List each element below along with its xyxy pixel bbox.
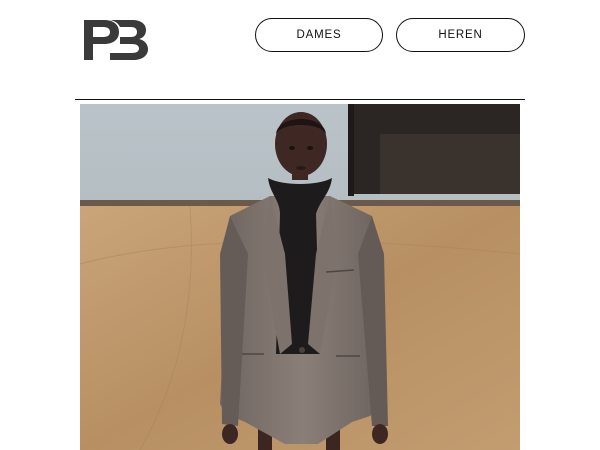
nav-heren-button[interactable]: HEREN bbox=[396, 18, 525, 52]
nav-dames-button[interactable]: DAMES bbox=[255, 18, 383, 52]
header-divider bbox=[75, 99, 525, 100]
hero-image[interactable] bbox=[80, 104, 520, 450]
page: DAMES HEREN bbox=[0, 0, 600, 450]
brand-logo-icon[interactable] bbox=[84, 20, 148, 60]
